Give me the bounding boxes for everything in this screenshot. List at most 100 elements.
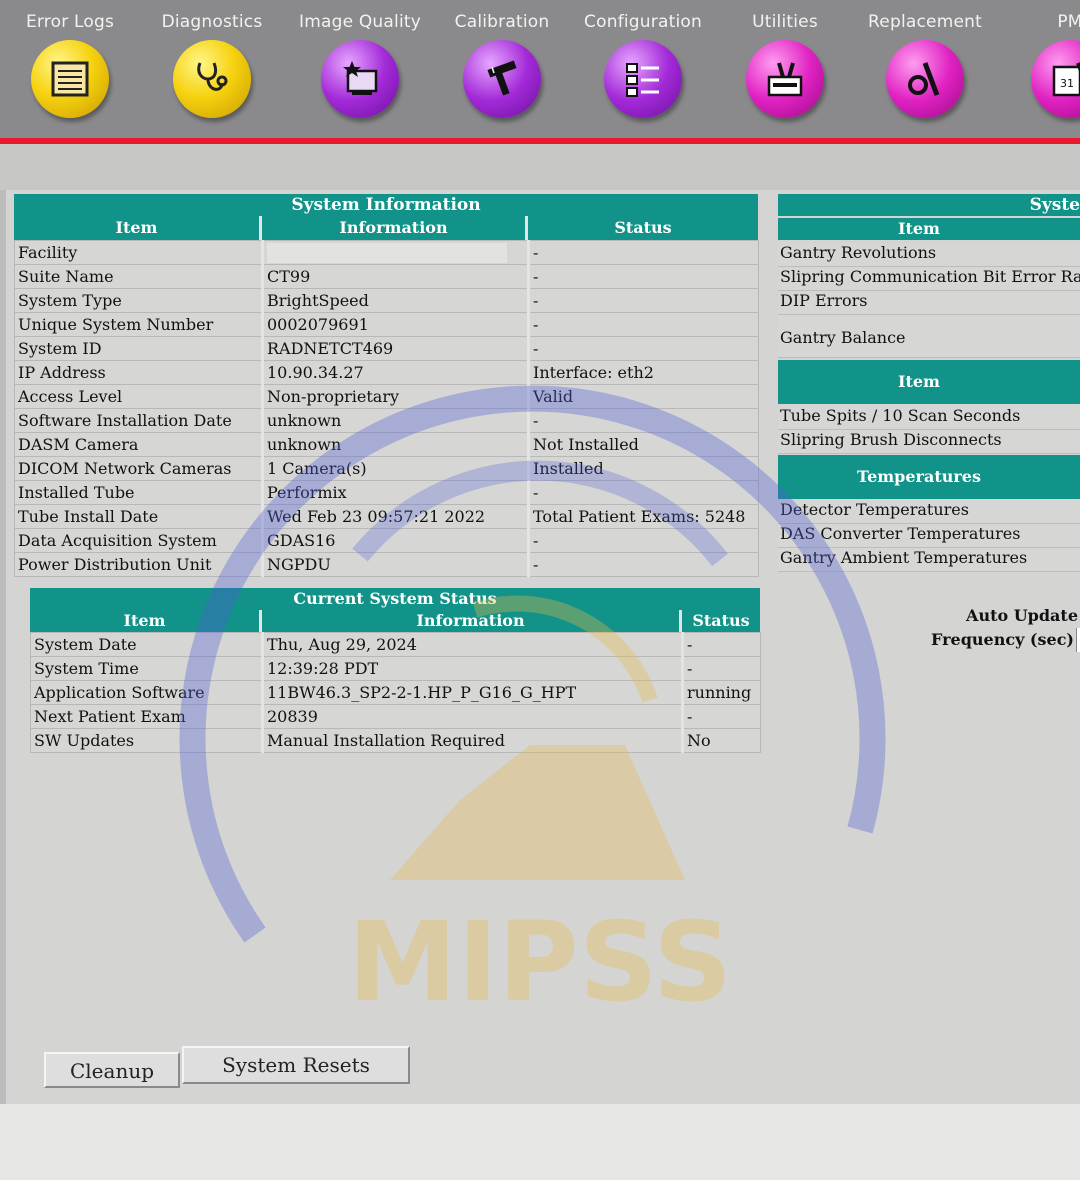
system-information-title: System Information — [14, 194, 758, 216]
configuration-button[interactable]: Configuration — [573, 10, 713, 122]
diagnostics-button[interactable]: Diagnostics — [142, 10, 282, 122]
image-quality-button[interactable]: Image Quality — [290, 10, 430, 122]
current-status-title: Current System Status — [30, 588, 760, 610]
sysinfo-information-cell: Wed Feb 23 09:57:21 2022 — [262, 504, 530, 529]
sysinfo-row: Installed Tube Performix - — [14, 480, 759, 505]
facility-redaction — [267, 242, 507, 263]
caliper-icon — [463, 40, 541, 118]
sysinfo-status-cell: Interface: eth2 — [528, 360, 759, 385]
sysinfo-status-cell: - — [528, 240, 759, 265]
replacement-button[interactable]: Replacement — [855, 10, 995, 122]
header-gap — [0, 144, 1080, 190]
replacement-label: Replacement — [868, 12, 982, 32]
counters-item-header-2: Item — [778, 360, 1080, 404]
status-item-cell: Application Software — [30, 680, 264, 705]
temperature-row: DAS Converter Temperatures — [778, 524, 1080, 548]
sysinfo-row: DICOM Network Cameras 1 Camera(s) Installe… — [14, 456, 759, 481]
sysinfo-status-cell: - — [528, 480, 759, 505]
error-logs-button[interactable]: Error Logs — [0, 10, 140, 122]
system-resets-button[interactable]: System Resets — [182, 1046, 410, 1084]
toolbox-icon — [746, 40, 824, 118]
counter-row: Gantry Balance — [778, 315, 1080, 358]
calibration-button[interactable]: Calibration — [432, 10, 572, 122]
sysinfo-item-cell: Tube Install Date — [14, 504, 264, 529]
sysinfo-item-cell: DICOM Network Cameras — [14, 456, 264, 481]
error-log-icon — [31, 40, 109, 118]
sysinfo-status-cell: Valid — [528, 384, 759, 409]
sysinfo-status-cell: - — [528, 408, 759, 433]
sysinfo-status-cell: - — [528, 336, 759, 361]
watermark-text: MIPSS — [348, 898, 733, 1026]
status-status-cell: - — [682, 704, 761, 729]
counter-row: Slipring Communication Bit Error Rate — [778, 267, 1080, 291]
sysinfo-row: Tube Install Date Wed Feb 23 09:57:21 202… — [14, 504, 759, 529]
sysinfo-row: Unique System Number 0002079691- — [14, 312, 759, 337]
calendar-tool-icon: 31 — [1031, 40, 1080, 118]
pm-button[interactable]: PM 31 — [1000, 10, 1080, 122]
sysinfo-row: Access Level Non-proprietary Valid — [14, 384, 759, 409]
sysinfo-status-cell: - — [528, 288, 759, 313]
status-information-cell: 20839 — [262, 704, 684, 729]
cleanup-button[interactable]: Cleanup — [44, 1052, 180, 1088]
status-row: System Date Thu, Aug 29, 2024- — [30, 632, 761, 657]
sysinfo-information-cell: BrightSpeed — [262, 288, 530, 313]
sysinfo-item-cell: Software Installation Date — [14, 408, 264, 433]
sysinfo-item-cell: IP Address — [14, 360, 264, 385]
temperature-row: Detector Temperatures — [778, 500, 1080, 524]
pm-label: PM — [1057, 12, 1080, 32]
status-row: Next Patient Exam 20839- — [30, 704, 761, 729]
status-information-header: Information — [262, 610, 682, 632]
status-row: System Time 12:39:28 PDT - — [30, 656, 761, 681]
sysinfo-information-cell: Performix — [262, 480, 530, 505]
sysinfo-information-cell: 0002079691 — [262, 312, 530, 337]
sysinfo-status-header: Status — [528, 216, 758, 240]
sysinfo-information-cell: GDAS16 — [262, 528, 530, 553]
sysinfo-item-header: Item — [14, 216, 262, 240]
status-item-cell: System Date — [30, 632, 264, 657]
auto-update-label: Auto Update — [966, 606, 1078, 625]
status-status-cell: running — [682, 680, 761, 705]
calibration-label: Calibration — [454, 12, 550, 32]
sysinfo-information-cell: 10.90.34.27 — [262, 360, 530, 385]
temperatures-header: Temperatures — [778, 455, 1080, 499]
sysinfo-status-cell: - — [528, 552, 759, 577]
status-item-cell: System Time — [30, 656, 264, 681]
status-row: SW Updates Manual Installation Required No — [30, 728, 761, 753]
checklist-icon — [604, 40, 682, 118]
sysinfo-information-cell: unknown — [262, 432, 530, 457]
status-information-cell: 11BW46.3_SP2-2-1.HP_P_G16_G_HPT — [262, 680, 684, 705]
sysinfo-status-cell: Not Installed — [528, 432, 759, 457]
sysinfo-information-cell: NGPDU — [262, 552, 530, 577]
temperature-row: Gantry Ambient Temperatures — [778, 548, 1080, 572]
sysinfo-information-cell: CT99 — [262, 264, 530, 289]
sysinfo-item-cell: Suite Name — [14, 264, 264, 289]
svg-text:31: 31 — [1060, 77, 1074, 90]
bottom-strip — [0, 1104, 1080, 1180]
sysinfo-row: System Type BrightSpeed - — [14, 288, 759, 313]
sysinfo-information-cell: 1 Camera(s) — [262, 456, 530, 481]
status-status-cell: - — [682, 632, 761, 657]
counter-row: DIP Errors — [778, 291, 1080, 315]
sysinfo-status-cell: Total Patient Exams: 5248 — [528, 504, 759, 529]
sysinfo-information-cell — [262, 240, 530, 265]
counter-row: Tube Spits / 10 Scan Seconds — [778, 406, 1080, 430]
diagnostics-label: Diagnostics — [161, 12, 263, 32]
status-information-cell: Manual Installation Required — [262, 728, 684, 753]
sysinfo-information-cell: RADNETCT469 — [262, 336, 530, 361]
utilities-button[interactable]: Utilities — [715, 10, 855, 122]
status-item-cell: Next Patient Exam — [30, 704, 264, 729]
counter-row: Slipring Brush Disconnects — [778, 430, 1080, 454]
wrench-part-icon — [886, 40, 964, 118]
frequency-input[interactable] — [1076, 628, 1080, 652]
sysinfo-item-cell: Power Distribution Unit — [14, 552, 264, 577]
system-information-table: Facility - Suite Name CT99- System Type Brigh… — [14, 240, 759, 577]
sysinfo-status-cell: - — [528, 312, 759, 337]
configuration-label: Configuration — [584, 12, 702, 32]
status-information-cell: 12:39:28 PDT — [262, 656, 684, 681]
frequency-label: Frequency (sec) — [931, 630, 1074, 649]
window-edge — [0, 140, 6, 1180]
error-logs-label: Error Logs — [25, 12, 115, 32]
sysinfo-information-header: Information — [262, 216, 528, 240]
sysinfo-row: DASM Camera unknown Not Installed — [14, 432, 759, 457]
sysinfo-item-cell: System ID — [14, 336, 264, 361]
